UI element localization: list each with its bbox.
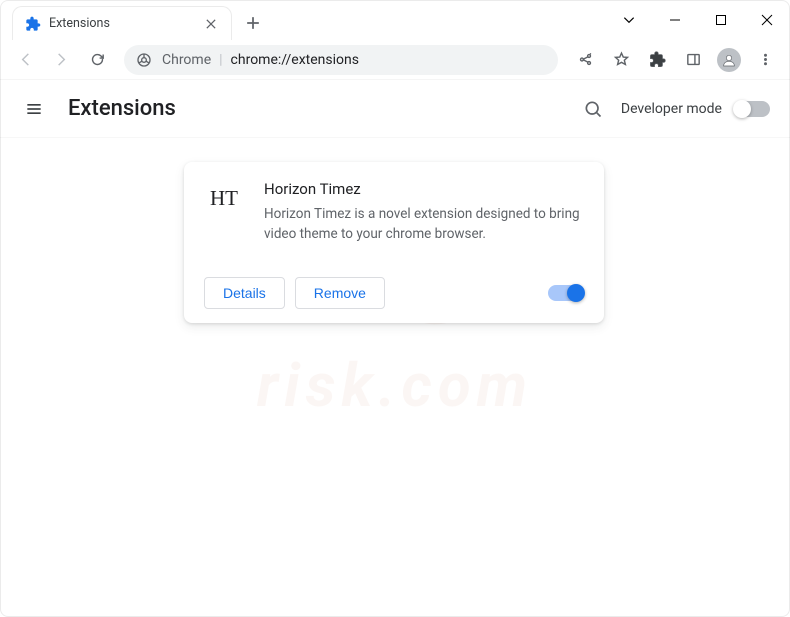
chrome-icon <box>136 52 152 68</box>
tab-close-button[interactable] <box>203 16 219 32</box>
browser-toolbar: Chrome | chrome://extensions <box>0 40 790 80</box>
forward-button[interactable] <box>46 45 76 75</box>
kebab-menu-icon[interactable] <box>750 45 780 75</box>
reload-button[interactable] <box>82 45 112 75</box>
caret-down-icon[interactable] <box>606 0 652 40</box>
extension-puzzle-icon <box>25 16 41 32</box>
omnibox-text: Chrome | chrome://extensions <box>162 52 359 68</box>
hamburger-menu-icon[interactable] <box>20 95 48 123</box>
extension-name: Horizon Timez <box>264 180 584 198</box>
back-button[interactable] <box>10 45 40 75</box>
search-icon[interactable] <box>577 93 609 125</box>
maximize-button[interactable] <box>698 0 744 40</box>
extensions-puzzle-icon[interactable] <box>642 45 672 75</box>
address-bar[interactable]: Chrome | chrome://extensions <box>124 45 558 75</box>
profile-avatar[interactable] <box>714 45 744 75</box>
developer-mode-toggle[interactable] <box>734 101 770 117</box>
extension-icon: HT <box>204 180 244 212</box>
side-panel-icon[interactable] <box>678 45 708 75</box>
remove-button[interactable]: Remove <box>295 277 385 309</box>
bookmark-star-icon[interactable] <box>606 45 636 75</box>
extension-enable-toggle[interactable] <box>548 285 584 301</box>
extensions-list: HT Horizon Timez Horizon Timez is a nove… <box>0 138 790 347</box>
details-button[interactable]: Details <box>204 277 285 309</box>
close-window-button[interactable] <box>744 0 790 40</box>
tab-extensions[interactable]: Extensions <box>12 6 232 40</box>
share-icon[interactable] <box>570 45 600 75</box>
minimize-button[interactable] <box>652 0 698 40</box>
developer-mode-label: Developer mode <box>621 101 722 117</box>
extensions-header: Extensions Developer mode <box>0 80 790 138</box>
page-title: Extensions <box>68 96 577 121</box>
extension-card: HT Horizon Timez Horizon Timez is a nove… <box>184 162 604 323</box>
new-tab-button[interactable] <box>238 8 268 38</box>
tab-title: Extensions <box>49 16 195 31</box>
extension-description: Horizon Timez is a novel extension desig… <box>264 204 584 245</box>
window-controls <box>606 0 790 40</box>
